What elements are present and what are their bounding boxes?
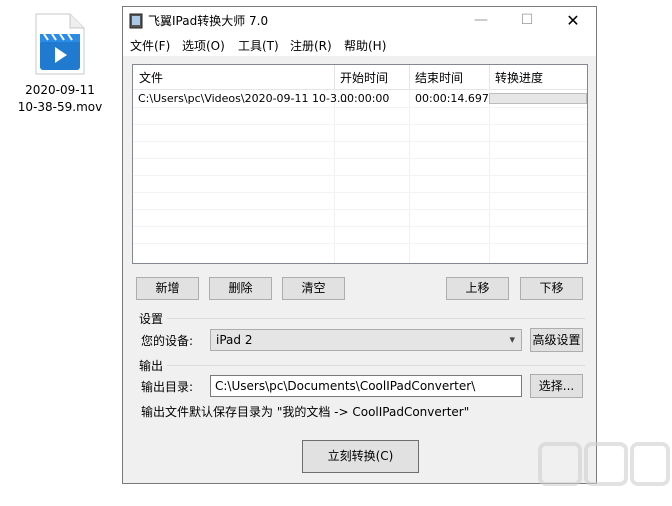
row-start-time: 00:00:00 (340, 92, 390, 105)
advanced-settings-button[interactable]: 高级设置 (530, 328, 583, 352)
row-file-path: C:\Users\pc\Videos\2020-09-11 10-3... (138, 92, 348, 105)
app-icon (129, 13, 143, 29)
window-title: 飞翼IPad转换大师 7.0 (148, 14, 269, 28)
minimize-button[interactable]: — (458, 7, 504, 34)
move-up-button[interactable]: 上移 (446, 277, 509, 300)
output-group-label: 输出 (139, 359, 164, 373)
menu-help[interactable]: 帮助(H) (344, 37, 386, 54)
file-list[interactable]: 文件 开始时间 结束时间 转换进度 C:\Users\pc\Videos\202… (132, 64, 588, 264)
chevron-down-icon: ▾ (509, 333, 515, 346)
file-list-header: 文件 开始时间 结束时间 转换进度 (133, 65, 587, 90)
menu-register[interactable]: 注册(R) (290, 37, 332, 54)
settings-group-label: 设置 (139, 312, 164, 326)
convert-button[interactable]: 立刻转换(C) (302, 440, 419, 473)
title-bar: 飞翼IPad转换大师 7.0 — ☐ ✕ (123, 7, 596, 34)
desktop-file-label-date: 2020-09-11 (25, 83, 95, 97)
row-progress-bar (489, 93, 587, 104)
menu-bar: 文件(F) 选项(O) 工具(T) 注册(R) 帮助(H) (123, 34, 596, 56)
move-down-button[interactable]: 下移 (520, 277, 583, 300)
output-hint-text: 输出文件默认保存目录为 "我的文档 -> CoolIPadConverter" (141, 405, 470, 419)
device-select-value: iPad 2 (216, 333, 253, 347)
menu-options[interactable]: 选项(O) (182, 37, 225, 54)
menu-file[interactable]: 文件(F) (130, 37, 170, 54)
browse-button[interactable]: 选择... (530, 374, 583, 398)
desktop-video-file[interactable]: 2020-09-11 10-38-59.mov (8, 12, 112, 116)
add-button[interactable]: 新增 (136, 277, 199, 300)
menu-tools[interactable]: 工具(T) (238, 37, 279, 54)
desktop-file-label-time: 10-38-59.mov (17, 100, 103, 114)
column-header-file[interactable]: 文件 (139, 69, 163, 86)
maximize-button[interactable]: ☐ (504, 7, 550, 34)
column-header-progress[interactable]: 转换进度 (495, 69, 543, 86)
column-header-start[interactable]: 开始时间 (340, 69, 388, 86)
watermark-logo (536, 436, 672, 496)
output-dir-label: 输出目录: (141, 380, 194, 394)
close-button[interactable]: ✕ (550, 7, 596, 34)
delete-button[interactable]: 删除 (209, 277, 272, 300)
row-end-time: 00:00:14.697 (415, 92, 489, 105)
device-select[interactable]: iPad 2 ▾ (210, 329, 522, 351)
device-label: 您的设备: (141, 334, 194, 348)
table-row[interactable]: C:\Users\pc\Videos\2020-09-11 10-3... 00… (133, 90, 587, 107)
app-window: 飞翼IPad转换大师 7.0 — ☐ ✕ 文件(F) 选项(O) 工具(T) 注… (122, 6, 597, 484)
column-header-end[interactable]: 结束时间 (415, 69, 463, 86)
clear-button[interactable]: 清空 (282, 277, 345, 300)
output-dir-input[interactable] (210, 375, 522, 397)
video-file-icon (34, 12, 86, 76)
